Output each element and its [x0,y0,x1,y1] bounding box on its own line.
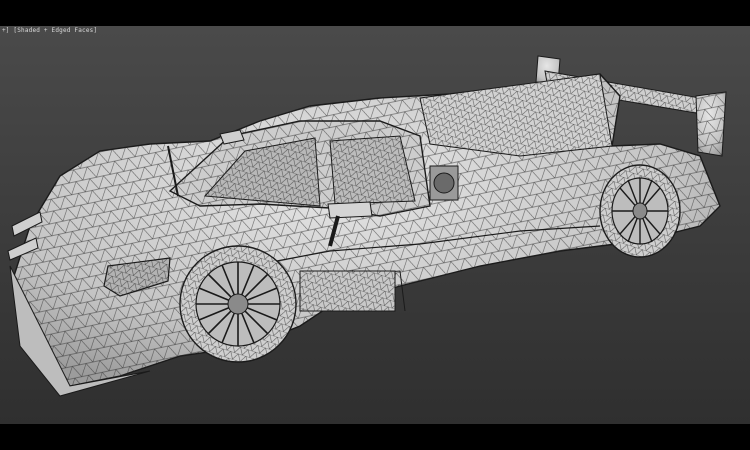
race-car-wireframe-model [7,55,727,397]
3d-viewport[interactable]: +] [Shaded + Edged Faces] [0,26,750,424]
rear-wheel [599,164,681,258]
top-letterbox-bar [0,0,750,26]
front-wheel [179,245,297,363]
bottom-letterbox-bar [0,424,750,450]
